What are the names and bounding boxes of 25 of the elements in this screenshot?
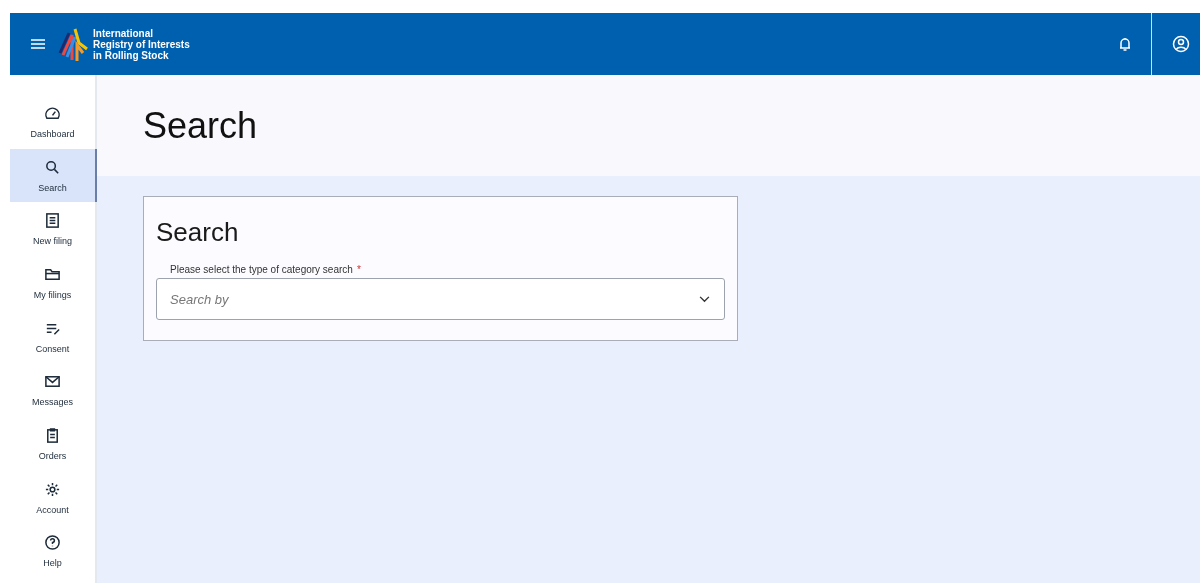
nav-icon (44, 534, 61, 552)
nav-icon (44, 426, 61, 444)
sidebar-item[interactable]: Consent (10, 309, 95, 364)
notification-bell-icon[interactable] (1117, 36, 1133, 52)
menu-icon[interactable] (31, 39, 45, 49)
field-label: Please select the type of category search (170, 264, 353, 275)
sidebar-item[interactable]: Search (10, 148, 97, 203)
card-title: Search (156, 217, 240, 248)
page-title: Search (143, 104, 258, 147)
sidebar-item[interactable]: My filings (10, 256, 95, 310)
nav-icon (44, 480, 61, 498)
chevron-down-icon (699, 295, 710, 303)
sidebar-item[interactable]: New filing (10, 202, 95, 257)
sidebar-item[interactable]: Messages (10, 363, 95, 418)
required-mark: * (356, 264, 361, 275)
nav-icon (44, 212, 61, 230)
brand-name: International Registry of Interests in Rolling Stock (93, 27, 190, 61)
sidebar-item[interactable]: Account (10, 470, 95, 525)
sidebar-item[interactable]: Dashboard (10, 95, 95, 149)
sidebar-item[interactable]: Help (10, 524, 95, 579)
search-by-dropdown[interactable]: Search by (156, 278, 725, 320)
nav-icon (44, 158, 61, 176)
user-account-icon[interactable] (1172, 35, 1190, 53)
nav-icon (44, 104, 61, 122)
sidebar-item[interactable]: Orders (10, 417, 95, 471)
